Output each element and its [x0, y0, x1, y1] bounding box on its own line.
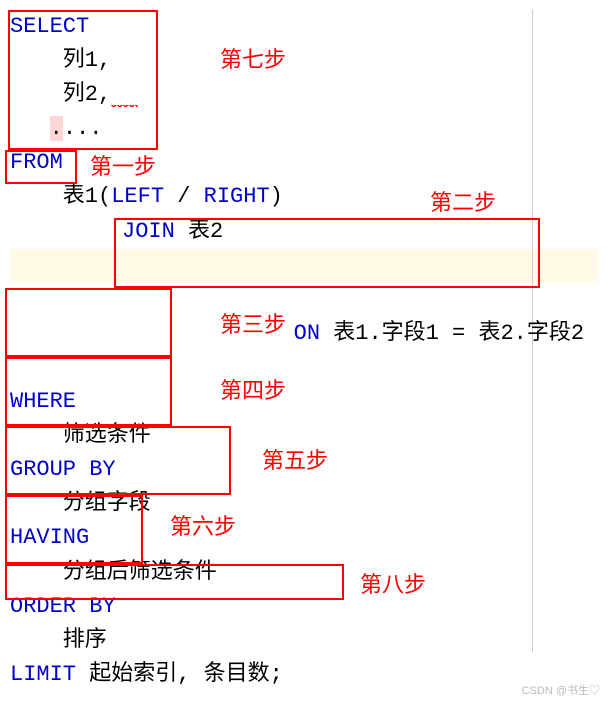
label-step4: 第四步 — [220, 374, 286, 408]
label-step3: 第三步 — [220, 308, 286, 342]
code-line: 分组字段 — [10, 487, 598, 521]
kw-groupby: GROUP BY — [10, 457, 116, 482]
label-step1: 第一步 — [90, 150, 156, 184]
kw-join: JOIN — [122, 219, 175, 244]
code-line: JOIN 表2 — [10, 215, 598, 249]
code-line: ON 表1.字段1 = 表2.字段2 — [10, 249, 598, 385]
code-line: SELECT — [10, 10, 598, 44]
kw-from: FROM — [10, 150, 63, 175]
code-line: HAVING — [10, 521, 598, 555]
kw-on: ON — [294, 321, 320, 346]
code-line: ORDER BY — [10, 590, 598, 624]
current-line-highlight — [10, 249, 598, 283]
code-line: .... — [10, 112, 598, 146]
code-line: 列1, — [10, 44, 598, 78]
code-line: 排序 — [10, 624, 598, 658]
code-line: WHERE — [10, 385, 598, 419]
label-step7: 第七步 — [220, 43, 286, 77]
label-step6: 第六步 — [170, 510, 236, 544]
label-step5: 第五步 — [262, 444, 328, 478]
kw-limit: LIMIT — [10, 662, 76, 687]
kw-select: SELECT — [10, 14, 89, 39]
kw-orderby: ORDER BY — [10, 594, 116, 619]
label-step8: 第八步 — [360, 568, 426, 602]
code-line: 列2,~~ — [10, 78, 598, 112]
code-line: 表1(LEFT / RIGHT) — [10, 180, 598, 214]
watermark: CSDN @书生♡ — [522, 682, 600, 698]
kw-having: HAVING — [10, 525, 89, 550]
code-line: LIMIT 起始索引, 条目数; — [10, 658, 598, 692]
label-step2: 第二步 — [430, 186, 496, 220]
code-line: 分组后筛选条件 — [10, 556, 598, 590]
sql-code-block: SELECT 列1, 列2,~~ .... FROM 表1(LEFT / RIG… — [10, 10, 598, 692]
kw-where: WHERE — [10, 389, 76, 414]
